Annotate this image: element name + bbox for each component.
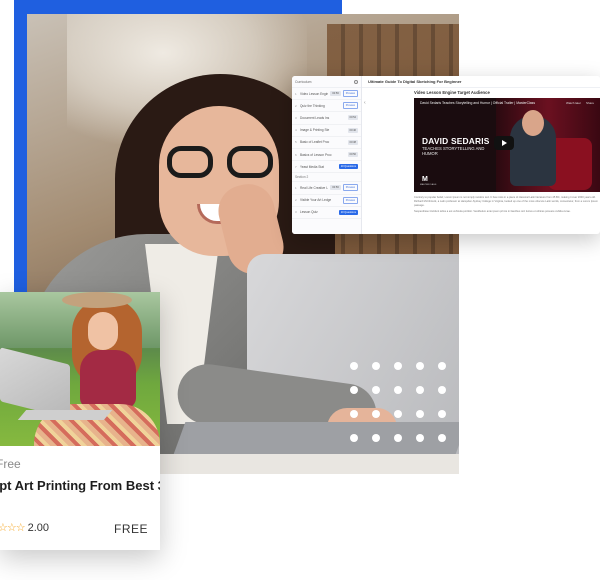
- lesson-duration-badge: 10 Questions: [338, 164, 358, 170]
- lesson-number: 4: [295, 128, 297, 133]
- lesson-number: 5: [295, 140, 297, 145]
- section-label: Section 2: [292, 173, 361, 183]
- lesson-title: Basics of Lesson Proc: [300, 152, 332, 157]
- lesson-title: Document Leads Ins: [300, 115, 330, 120]
- lesson-preview-button[interactable]: Preview: [342, 184, 358, 192]
- lesson-duration-badge: 10 Questions: [338, 209, 358, 215]
- lesson-list: 1Real Life Creative Lea00:56Preview2Visi…: [292, 182, 361, 219]
- curriculum-header: Curriculum: [295, 79, 312, 84]
- page: Curriculum 1 Video Lesson Engine 00:56 Prev…: [0, 0, 600, 580]
- lesson-item[interactable]: 3 Document Leads Ins 00:54: [292, 112, 361, 125]
- rating-value: 2.00: [27, 521, 50, 534]
- course-rating: ☆☆☆ 2.00: [0, 521, 50, 535]
- lesson-title: Visible Your Art Ledge: [300, 198, 332, 203]
- lesson-number: 2: [295, 198, 297, 203]
- video-title: David Sedaris Teaches Storytelling and H…: [420, 101, 536, 105]
- curriculum-sidebar: Curriculum 1 Video Lesson Engine 00:56 Prev…: [292, 76, 362, 234]
- lesson-number: 7: [295, 164, 297, 169]
- lesson-preview-button[interactable]: Preview: [342, 90, 358, 98]
- course-player-screenshot: Curriculum 1 Video Lesson Engine 00:56 Prev…: [292, 76, 600, 234]
- lesson-duration-badge: 00:38: [347, 139, 358, 145]
- star-rating-icon: ☆☆☆: [0, 522, 26, 534]
- play-button[interactable]: [494, 136, 514, 150]
- lesson-duration-badge: 00:56: [330, 91, 341, 97]
- video-headline: DAVID SEDARIS: [422, 136, 490, 146]
- lesson-description: Contrary to popular belief, Lorem Ipsum …: [414, 196, 598, 214]
- course-price: FREE: [113, 522, 148, 536]
- course-card[interactable]: Free ept Art Printing From Best 3D r ☆☆☆…: [0, 292, 160, 550]
- lesson-preview-button[interactable]: Preview: [342, 102, 358, 110]
- watch-later-icon[interactable]: Watch later: [566, 101, 581, 105]
- lesson-item[interactable]: 3 Lesson Quiz 10 Questions: [292, 207, 361, 219]
- lesson-title: Image & Printing Ste: [300, 128, 330, 133]
- lesson-duration-badge: 00:56: [330, 185, 341, 191]
- course-category[interactable]: Free: [0, 457, 21, 471]
- lesson-title: Lesson Quiz: [300, 210, 318, 215]
- video-embed[interactable]: David Sedaris Teaches Storytelling and H…: [414, 98, 600, 192]
- lesson-item[interactable]: 5 Basic of Leaflet Proc 00:38: [292, 137, 361, 149]
- share-icon[interactable]: Share: [586, 101, 594, 105]
- lesson-title: Basic of Leaflet Proc: [300, 140, 330, 145]
- lesson-duration-badge: 00:50: [347, 152, 358, 158]
- lesson-duration-badge: 00:46: [347, 127, 358, 133]
- lesson-item[interactable]: 6 Basics of Lesson Proc 00:50: [292, 149, 361, 162]
- lesson-duration-badge: 00:54: [347, 115, 358, 121]
- course-title-link[interactable]: ept Art Printing From Best 3D: [0, 476, 160, 495]
- lesson-number: 1: [295, 185, 297, 190]
- course-thumbnail[interactable]: [0, 292, 160, 446]
- video-subline: TEACHES STORYTELLING AND HUMOR: [422, 146, 485, 156]
- masterclass-logo: M: [422, 176, 428, 183]
- lesson-title: Quiz the Thinking: [300, 103, 325, 108]
- lesson-number: 6: [295, 152, 297, 157]
- collapse-icon[interactable]: ‹: [364, 100, 366, 106]
- lesson-number: 2: [295, 103, 297, 108]
- lesson-heading: Video Lesson Engine Target Audience: [414, 90, 490, 95]
- lesson-item[interactable]: 4 Image & Printing Ste 00:46: [292, 125, 361, 137]
- lesson-number: 3: [295, 115, 297, 120]
- masterclass-logo-text: MASTERCLASS: [420, 184, 437, 186]
- course-title: Ultimate Guide To Digital Sketching For …: [362, 76, 600, 88]
- lesson-list: 1 Video Lesson Engine 00:56 Preview 2 Quiz th…: [292, 88, 361, 174]
- lesson-preview-button[interactable]: Preview: [342, 196, 358, 204]
- search-icon[interactable]: [354, 79, 358, 84]
- lesson-title: Yeast Media Stat: [300, 164, 324, 169]
- lesson-item[interactable]: 7 Yeast Media Stat 10 Questions: [292, 161, 361, 174]
- lesson-title: Video Lesson Engine: [300, 91, 329, 96]
- lesson-item[interactable]: 1 Video Lesson Engine 00:56 Preview: [292, 88, 361, 101]
- lesson-title: Real Life Creative Lea: [300, 185, 328, 190]
- lesson-number: 3: [295, 210, 297, 215]
- lesson-item[interactable]: 2 Quiz the Thinking Preview: [292, 100, 361, 113]
- decorative-dot-grid: [350, 362, 456, 448]
- lesson-item[interactable]: 2 Visible Your Art Ledge Preview: [292, 195, 361, 207]
- lesson-number: 1: [295, 91, 297, 96]
- play-icon: [501, 140, 507, 146]
- lesson-item[interactable]: 1Real Life Creative Lea00:56Preview: [292, 182, 361, 195]
